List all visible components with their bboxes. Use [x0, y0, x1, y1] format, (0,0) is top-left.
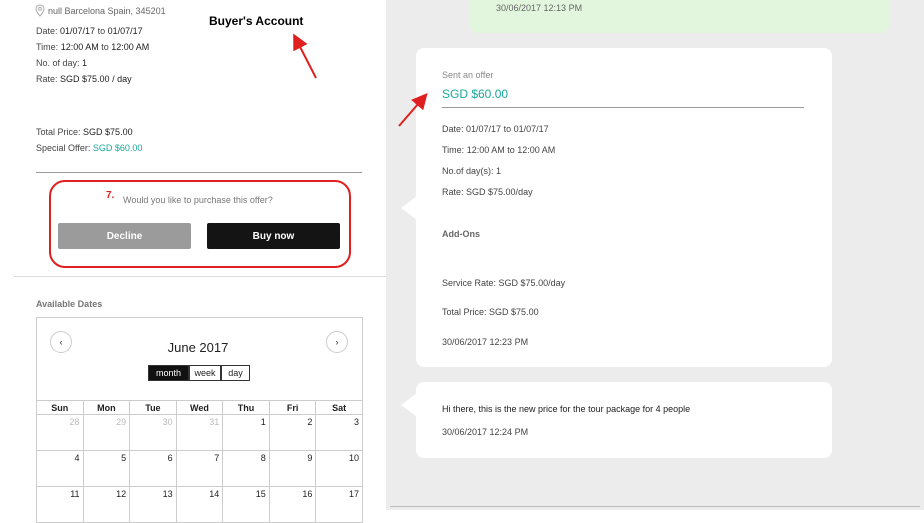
arrow-to-account-label [293, 33, 317, 79]
arrow-to-offer-price [398, 92, 428, 127]
annotation-arrows [293, 33, 428, 127]
